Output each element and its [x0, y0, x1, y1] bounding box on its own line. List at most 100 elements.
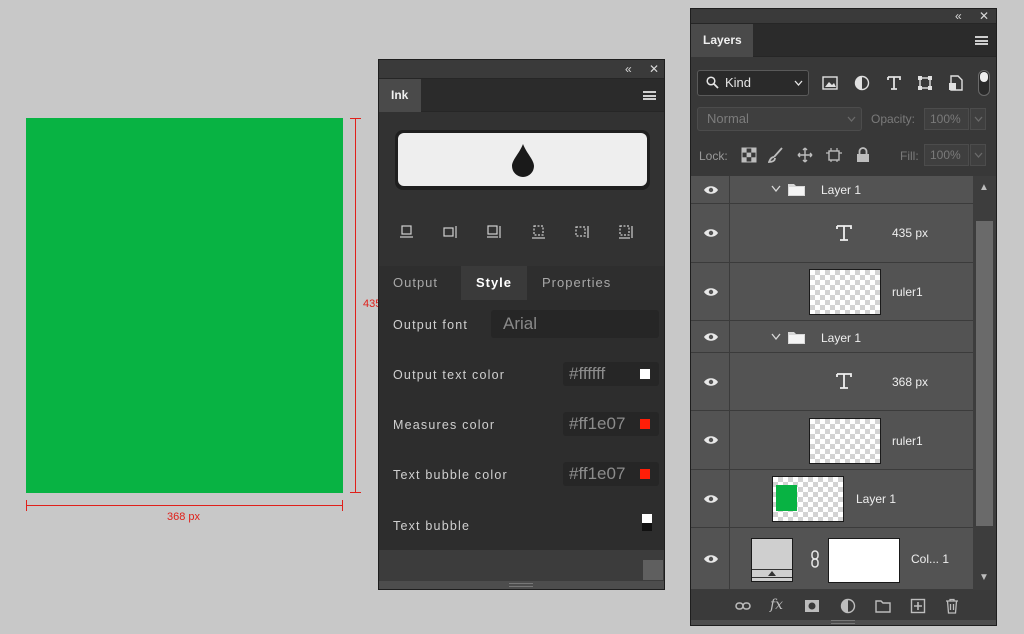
- panel-menu-icon[interactable]: [975, 36, 988, 45]
- layer-row-raster[interactable]: ruler1: [691, 263, 973, 321]
- fill-adjustment-thumbnail[interactable]: [751, 538, 793, 582]
- scrollbar-thumb[interactable]: [976, 221, 993, 526]
- opacity-input[interactable]: 100%: [924, 108, 969, 130]
- layers-panel: « ✕ Layers Kind Normal Opacity: 100% Loc…: [690, 8, 997, 626]
- lock-position-icon[interactable]: [797, 147, 813, 163]
- layer-name: ruler1: [892, 434, 923, 448]
- link-layers-icon[interactable]: [735, 598, 751, 614]
- scroll-up-icon[interactable]: ▲: [979, 182, 989, 193]
- layer-thumbnail[interactable]: [772, 476, 844, 522]
- smart-object-filter-icon[interactable]: [948, 75, 964, 91]
- image-filter-icon[interactable]: [822, 75, 838, 91]
- lock-all-icon[interactable]: [855, 147, 871, 163]
- output-font-input[interactable]: Arial: [491, 310, 659, 338]
- ink-preview-frame: [395, 130, 650, 190]
- align-right-icon[interactable]: [441, 223, 461, 241]
- filter-kind-select[interactable]: Kind: [697, 70, 809, 96]
- eye-icon[interactable]: [703, 185, 719, 195]
- layer-row-raster[interactable]: ruler1: [691, 411, 973, 470]
- output-text-color-input[interactable]: #ffffff: [563, 362, 659, 386]
- text-bubble-toggle[interactable]: [642, 514, 652, 531]
- height-measure-line: [355, 118, 356, 493]
- layer-thumbnail[interactable]: [809, 269, 881, 315]
- search-icon: [706, 76, 719, 89]
- eye-icon[interactable]: [703, 554, 719, 564]
- text-layer-icon: [836, 225, 852, 241]
- output-font-label: Output font: [393, 318, 469, 332]
- chevron-down-icon: [794, 80, 803, 86]
- align-bottom-right-dashed-icon[interactable]: [617, 223, 637, 241]
- tab-layers[interactable]: Layers: [691, 24, 753, 57]
- fill-dropdown[interactable]: [970, 144, 986, 166]
- chevron-down-icon[interactable]: [771, 333, 781, 340]
- layer-row-text[interactable]: 435 px: [691, 204, 973, 263]
- canvas-green-shape: [26, 118, 343, 493]
- adjustment-filter-icon[interactable]: [854, 75, 870, 91]
- type-filter-icon[interactable]: [886, 75, 902, 91]
- grip-icon[interactable]: [509, 583, 533, 587]
- eye-icon[interactable]: [703, 494, 719, 504]
- scroll-down-icon[interactable]: ▼: [979, 572, 989, 583]
- height-measure-tick-bottom: [350, 492, 361, 493]
- measures-color-swatch[interactable]: [640, 419, 650, 429]
- align-center-dashed-icon[interactable]: [529, 223, 549, 241]
- ink-sub-tabs: Output Style Properties: [379, 266, 664, 300]
- add-mask-icon[interactable]: [804, 598, 820, 614]
- close-icon[interactable]: ✕: [649, 62, 659, 76]
- measures-color-input[interactable]: #ff1e07: [563, 412, 659, 436]
- eye-icon[interactable]: [703, 435, 719, 445]
- lock-artboard-icon[interactable]: [826, 147, 842, 163]
- blend-mode-select[interactable]: Normal: [697, 107, 862, 131]
- lock-transparent-pixels-icon[interactable]: [741, 147, 757, 163]
- align-bottom-right-icon[interactable]: [485, 223, 505, 241]
- grip-icon[interactable]: [831, 620, 855, 624]
- resize-handle[interactable]: [643, 560, 663, 580]
- lock-label: Lock:: [699, 149, 728, 163]
- layer-row-adjustment[interactable]: Col... 1: [691, 528, 973, 590]
- layer-name: Layer 1: [821, 331, 862, 345]
- shape-filter-icon[interactable]: [917, 75, 933, 91]
- tab-ink[interactable]: Ink: [379, 79, 421, 112]
- filter-toggle-switch[interactable]: [978, 70, 990, 96]
- fill-input[interactable]: 100%: [924, 144, 969, 166]
- alignment-row: [397, 223, 649, 241]
- layer-thumbnail[interactable]: [809, 418, 881, 464]
- tab-style[interactable]: Style: [461, 266, 527, 300]
- layer-row-raster[interactable]: Layer 1: [691, 470, 973, 528]
- collapse-icon[interactable]: «: [625, 62, 632, 76]
- layer-style-fx-icon[interactable]: fx: [770, 597, 783, 613]
- trash-icon[interactable]: [944, 598, 960, 614]
- green-shape-preview: [776, 485, 797, 511]
- chevron-down-icon[interactable]: [771, 185, 781, 192]
- eye-icon[interactable]: [703, 332, 719, 342]
- style-form: Output font Arial Output text color #fff…: [379, 300, 664, 550]
- panel-menu-icon[interactable]: [643, 91, 656, 100]
- layer-name: Layer 1: [856, 492, 897, 506]
- layers-tab-row: Layers: [691, 24, 996, 57]
- tab-output[interactable]: Output: [393, 266, 438, 300]
- layer-mask-thumbnail[interactable]: [828, 538, 900, 583]
- layer-row-group[interactable]: Layer 1: [691, 176, 973, 204]
- lock-image-pixels-icon[interactable]: [768, 147, 784, 163]
- output-text-color-swatch[interactable]: [640, 369, 650, 379]
- opacity-dropdown[interactable]: [970, 108, 986, 130]
- collapse-icon[interactable]: «: [955, 9, 962, 23]
- tab-properties[interactable]: Properties: [542, 266, 611, 300]
- align-right-dashed-icon[interactable]: [573, 223, 593, 241]
- eye-icon[interactable]: [703, 287, 719, 297]
- align-bottom-left-icon[interactable]: [397, 223, 417, 241]
- close-icon[interactable]: ✕: [979, 9, 989, 23]
- measures-color-label: Measures color: [393, 418, 496, 432]
- link-chain-icon[interactable]: [810, 550, 820, 568]
- text-bubble-color-swatch[interactable]: [640, 469, 650, 479]
- filter-kind-value: Kind: [725, 75, 752, 90]
- layer-row-group[interactable]: Layer 1: [691, 321, 973, 353]
- new-group-folder-icon[interactable]: [875, 598, 891, 614]
- new-adjustment-layer-icon[interactable]: [840, 598, 856, 614]
- eye-icon[interactable]: [703, 228, 719, 238]
- layers-scrollbar[interactable]: ▲ ▼: [973, 176, 996, 590]
- layer-row-text[interactable]: 368 px: [691, 353, 973, 411]
- eye-icon[interactable]: [703, 377, 719, 387]
- text-bubble-color-input[interactable]: #ff1e07: [563, 462, 659, 486]
- new-layer-icon[interactable]: [910, 598, 926, 614]
